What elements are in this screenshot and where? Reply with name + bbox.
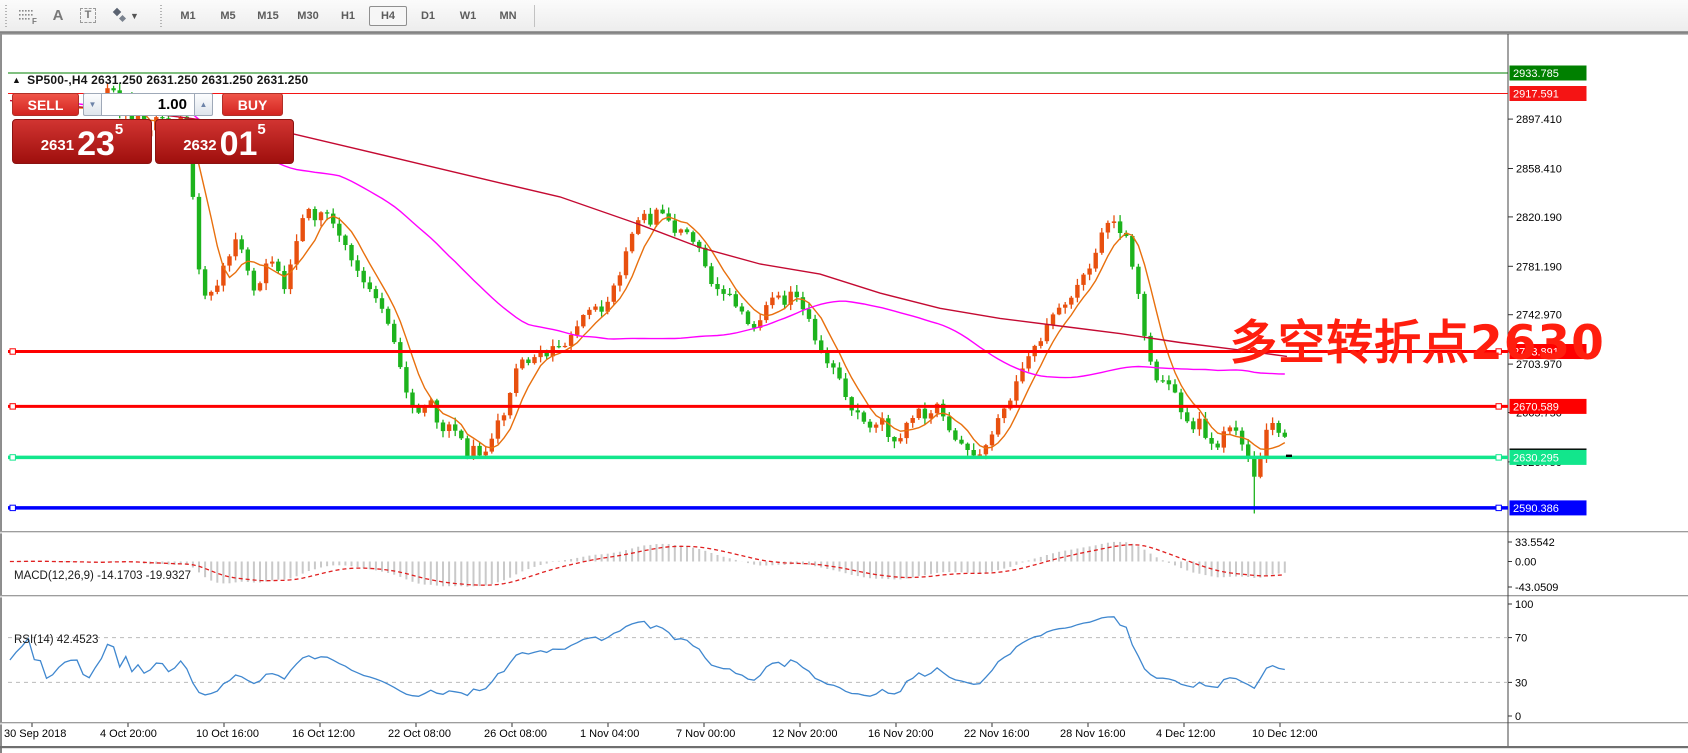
text-box-icon[interactable]: T — [75, 4, 101, 28]
buy-price-sup: 5 — [257, 121, 266, 138]
tf-button-H4[interactable]: H4 — [369, 5, 407, 26]
tf-button-MN[interactable]: MN — [489, 6, 527, 26]
app-root: { "toolbar": { "icons": ["grid-f-icon", … — [0, 0, 1688, 753]
one-click-trade-panel: SELL ▼ ▲ BUY 2631 23 5 2632 01 5 — [12, 93, 297, 164]
sell-price-big: 23 — [77, 125, 115, 163]
tf-button-M15[interactable]: M15 — [249, 6, 287, 26]
tf-button-W1[interactable]: W1 — [449, 6, 487, 26]
rsi-indicator-label: RSI(14) 42.4523 — [14, 634, 99, 646]
timeframe-toolbar: M1 M5 M15 M30 H1 H4 D1 W1 MN — [168, 5, 528, 26]
sell-button[interactable]: SELL — [12, 93, 79, 116]
symbol-ohlc-text: SP500-,H4 2631.250 2631.250 2631.250 263… — [27, 73, 309, 87]
svg-text:F: F — [32, 17, 37, 26]
volume-input[interactable] — [102, 93, 194, 116]
tf-button-M5[interactable]: M5 — [209, 6, 247, 26]
tf-button-H1[interactable]: H1 — [329, 6, 367, 26]
shapes-dropdown-caret-icon[interactable]: ▼ — [130, 11, 139, 21]
toolbar-grip[interactable] — [4, 4, 9, 27]
chart-window: ▲ SP500-,H4 2631.250 2631.250 2631.250 2… — [0, 32, 1688, 753]
macd-indicator-label: MACD(12,26,9) -14.1703 -19.9327 — [14, 570, 192, 582]
tf-button-M30[interactable]: M30 — [289, 6, 327, 26]
shapes-icon-svg — [112, 7, 127, 22]
grid-f-icon[interactable]: F — [15, 4, 41, 28]
sell-price-sup: 5 — [114, 121, 124, 138]
text-label-icon[interactable]: A — [45, 4, 71, 28]
main-toolbar: F A T ▼ M1 M5 M15 M30 H1 H4 D1 W1 MN — [0, 0, 1688, 32]
buy-button[interactable]: BUY — [222, 93, 283, 116]
buy-price-small: 2632 — [183, 137, 217, 154]
volume-increase-button[interactable]: ▲ — [194, 93, 213, 116]
sell-price-box[interactable]: 2631 23 5 — [12, 119, 152, 164]
tf-button-M1[interactable]: M1 — [169, 6, 207, 26]
collapse-triangle-icon[interactable]: ▲ — [12, 75, 21, 85]
shapes-icon[interactable]: ▼ — [105, 4, 143, 28]
tf-button-D1[interactable]: D1 — [409, 6, 447, 26]
grid-f-icon-svg: F — [19, 9, 37, 26]
sell-price-small: 2631 — [40, 137, 75, 154]
buy-price-box[interactable]: 2632 01 5 — [155, 119, 294, 164]
toolbar-separator — [534, 4, 535, 27]
annotation-text: 多空转折点2630 — [1230, 316, 1605, 371]
buy-price-big: 01 — [219, 125, 258, 163]
toolbar-grip-2[interactable] — [159, 4, 164, 27]
symbol-title: ▲ SP500-,H4 2631.250 2631.250 2631.250 2… — [12, 73, 308, 87]
volume-decrease-button[interactable]: ▼ — [83, 93, 102, 116]
